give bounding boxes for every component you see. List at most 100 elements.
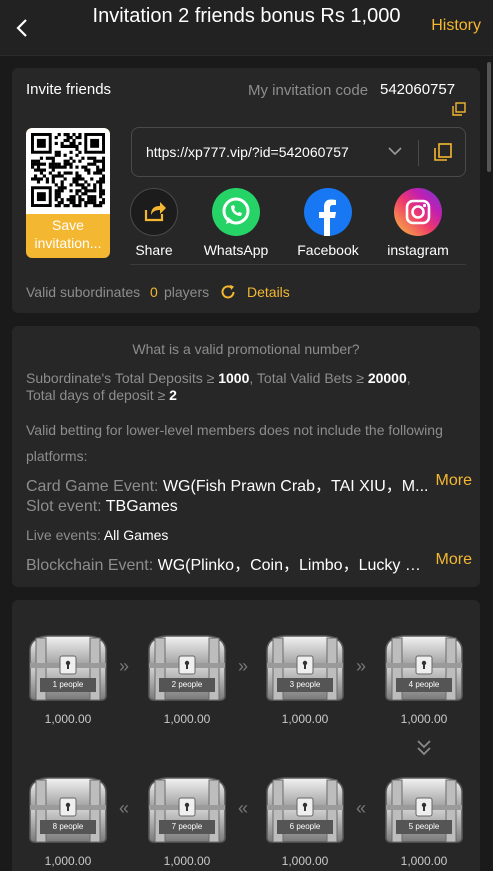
bets-rule-value: 20000 (367, 370, 407, 386)
qr-module (42, 174, 46, 178)
qr-module (81, 198, 85, 202)
reward-chest[interactable]: 7 people (145, 776, 229, 846)
qr-module (66, 144, 70, 148)
reward-chest-label: 5 people (408, 822, 440, 831)
reward-chest[interactable]: 2 people (145, 634, 229, 704)
qr-module (78, 177, 82, 181)
qr-module (69, 183, 73, 187)
qr-module (66, 162, 70, 166)
qr-module (69, 165, 73, 169)
qr-module (51, 168, 55, 172)
qr-module (39, 171, 44, 175)
facebook-button[interactable]: Facebook (290, 188, 366, 258)
qr-module (75, 135, 79, 140)
qr-module (72, 138, 76, 143)
qr-module (81, 192, 85, 196)
qr-module (66, 159, 70, 163)
qr-module (96, 171, 100, 175)
qr-module (54, 198, 58, 202)
card-game-more-link[interactable]: More (436, 472, 472, 490)
reward-amount: 1,000.00 (44, 712, 92, 726)
whatsapp-button[interactable]: WhatsApp (198, 188, 274, 258)
slot-event-label: Slot event: (26, 498, 106, 515)
reward-chest[interactable]: 1 people (26, 634, 110, 704)
facebook-label: Facebook (297, 242, 359, 258)
qr-module (66, 133, 70, 137)
valid-subordinates-unit: players (164, 284, 210, 300)
qr-module (87, 198, 91, 202)
deposit-days-value: 2 (169, 387, 177, 403)
qr-module (69, 198, 73, 202)
details-link[interactable]: Details (247, 284, 290, 300)
qr-module (63, 162, 67, 166)
qr-module (69, 150, 73, 154)
qr-module (102, 168, 105, 172)
blockchain-event-row: Blockchain Event: WG(Plinko，Coin，Limbo，L… (26, 551, 472, 575)
reward-chest[interactable]: 4 people (382, 634, 466, 704)
qr-module (57, 186, 61, 190)
blockchain-event-label: Blockchain Event: (26, 557, 158, 574)
chevron-down-icon[interactable] (386, 142, 404, 160)
chevron-left-icon[interactable] (10, 14, 34, 42)
qr-module (99, 186, 103, 190)
instagram-button[interactable]: instagram (380, 188, 456, 258)
double-chevron-left-icon: « (119, 798, 130, 818)
qr-module (54, 189, 58, 193)
refresh-icon[interactable] (219, 283, 237, 301)
qr-module (75, 174, 79, 178)
copy-code-icon[interactable] (452, 102, 466, 116)
qr-module (90, 201, 94, 205)
qr-module (54, 183, 58, 187)
reward-chest[interactable]: 8 people (26, 776, 110, 846)
qr-module (96, 165, 100, 169)
header-bar: Invitation 2 friends bonus Rs 1,000 Hist… (0, 0, 493, 56)
qr-module (54, 153, 58, 157)
blockchain-more-link[interactable]: More (436, 551, 472, 569)
qr-module (72, 195, 76, 199)
qr-module (33, 159, 38, 163)
exclusion-note: Valid betting for lower-level members do… (26, 422, 443, 438)
slot-event-value: TBGames (105, 498, 178, 515)
qr-module (72, 177, 76, 181)
qr-module (81, 156, 85, 160)
scrollbar[interactable] (487, 62, 491, 172)
qr-finder (36, 138, 46, 148)
qr-module (66, 171, 70, 175)
qr-module (78, 159, 82, 163)
qr-module (57, 133, 61, 137)
exclusion-note-platforms: platforms: (26, 448, 88, 464)
reward-chest[interactable]: 6 people (263, 776, 347, 846)
qr-module (57, 204, 61, 208)
invitation-link-field[interactable]: https://xp777.vip/?id=542060757 (131, 127, 466, 177)
qr-module (66, 138, 70, 143)
qr-module (78, 201, 82, 205)
qr-module (84, 186, 88, 190)
reward-amount: 1,000.00 (281, 712, 329, 726)
save-invitation-button[interactable]: Save invitation... (26, 128, 110, 258)
invite-title: Invite friends (26, 81, 112, 98)
qr-module (87, 171, 91, 175)
qr-module (78, 198, 82, 202)
qr-module (93, 183, 97, 187)
qr-module (54, 195, 58, 199)
double-chevron-left-icon: « (238, 798, 249, 818)
copy-link-icon[interactable] (433, 142, 453, 162)
share-button[interactable]: Share (116, 188, 192, 258)
qr-module (57, 171, 61, 175)
qr-module (54, 204, 58, 208)
qr-module (99, 171, 103, 175)
reward-chest-label: 6 people (289, 822, 321, 831)
qr-module (51, 159, 55, 163)
whatsapp-label: WhatsApp (203, 242, 269, 258)
deposit-days-rule: Total days of deposit ≥ 2 (26, 387, 177, 403)
reward-amount: 1,000.00 (400, 854, 448, 868)
live-event-row: Live events: All Games (26, 527, 472, 543)
reward-chest[interactable]: 5 people (382, 776, 466, 846)
qr-module (78, 195, 82, 199)
reward-chest[interactable]: 3 people (263, 634, 347, 704)
qr-module (87, 168, 91, 172)
history-link[interactable]: History (431, 17, 481, 35)
qr-module (69, 135, 73, 140)
qr-module (60, 186, 64, 190)
qr-module (69, 156, 73, 160)
